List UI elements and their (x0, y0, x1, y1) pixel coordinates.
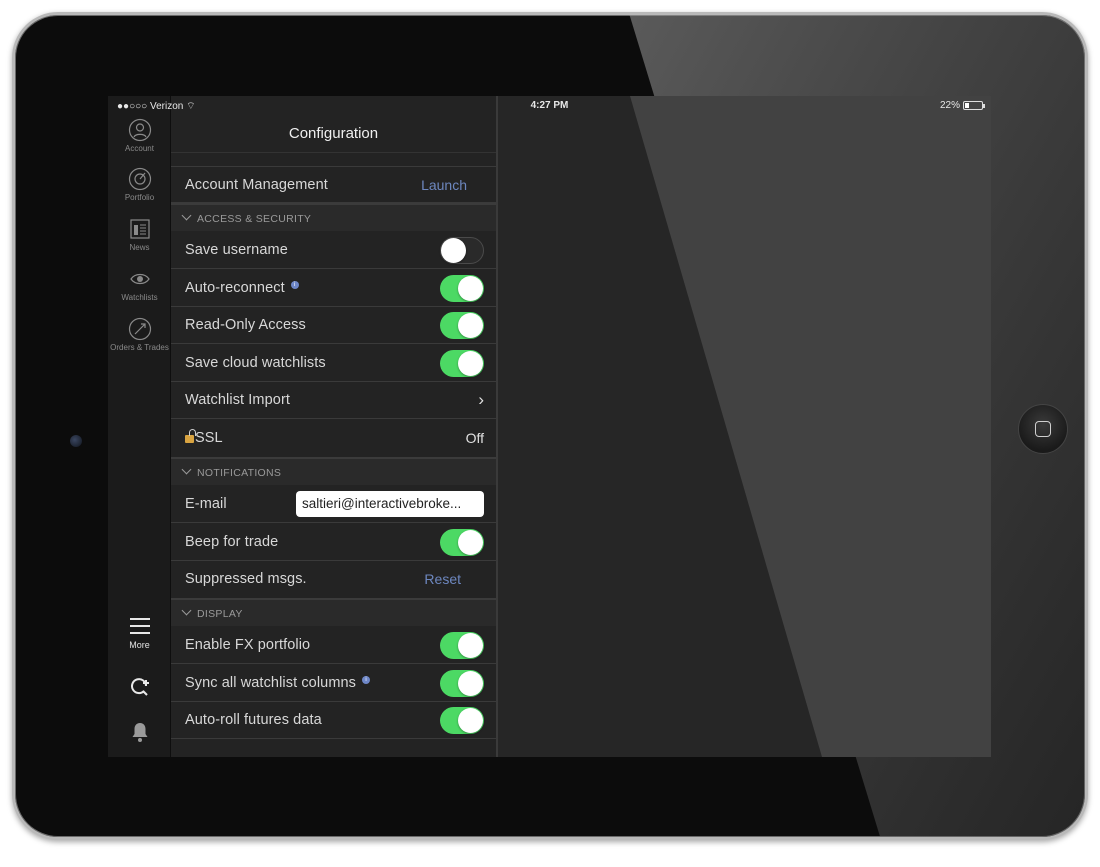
sidebar-item-portfolio[interactable]: Portfolio (108, 167, 171, 202)
chevron-right-icon: › (478, 390, 484, 409)
more-label: More (129, 640, 150, 650)
ssl-row[interactable]: SSL Off (171, 420, 496, 457)
chevron-down-icon (181, 605, 192, 616)
row-label: Account Management (185, 177, 328, 193)
sidebar-item-account[interactable]: Account (108, 118, 171, 153)
screen: ●●○○○ Verizon ⌔ 4:27 PM 22% Account Port… (108, 96, 991, 757)
row-label: Watchlist Import (185, 392, 290, 408)
auto-reconnect-row: Auto-reconnect i (171, 270, 496, 307)
sidebar-item-orders-trades[interactable]: Orders & Trades (108, 317, 171, 352)
unlocked-padlock-icon (185, 429, 196, 443)
quote-search-icon (130, 678, 149, 696)
launch-link[interactable]: Launch (421, 177, 467, 193)
battery-percent: 22% (939, 100, 960, 111)
row-label: Sync all watchlist columns i (185, 675, 371, 691)
sidebar-more-button[interactable]: More (108, 614, 171, 650)
battery-indicator: 22% (939, 100, 985, 111)
front-camera (70, 435, 82, 447)
row-label: Suppressed msgs. (185, 571, 307, 587)
chevron-down-icon (181, 210, 192, 221)
save-cloud-watchlists-row: Save cloud watchlists (171, 345, 496, 382)
beep-for-trade-toggle[interactable] (440, 529, 484, 556)
news-icon (129, 219, 150, 239)
sidebar-item-watchlists[interactable]: Watchlists (108, 267, 171, 302)
sync-watchlist-columns-toggle[interactable] (440, 670, 484, 697)
sync-watchlist-columns-row: Sync all watchlist columns i (171, 665, 496, 702)
row-label: SSL (185, 429, 223, 446)
section-label: NOTIFICATIONS (197, 467, 282, 479)
save-username-row: Save username (171, 232, 496, 269)
portfolio-icon (128, 167, 151, 191)
row-label: Beep for trade (185, 534, 279, 550)
configuration-panel: Configuration Account Management Launch … (171, 96, 498, 757)
sidebar-item-label: Portfolio (124, 193, 155, 202)
enable-fx-portfolio-toggle[interactable] (440, 632, 484, 659)
auto-roll-futures-row: Auto-roll futures data (171, 702, 496, 739)
enable-fx-portfolio-row: Enable FX portfolio (171, 627, 496, 664)
section-header-display[interactable]: DISPLAY (171, 598, 496, 626)
quote-search-button[interactable] (108, 676, 171, 700)
row-label: Save username (185, 242, 288, 258)
section-label: ACCESS & SECURITY (197, 213, 312, 225)
sidebar-item-label: Watchlists (121, 293, 158, 302)
suppressed-msgs-row: Suppressed msgs. Reset (171, 561, 496, 598)
notifications-button[interactable] (108, 720, 171, 744)
sidebar-item-label: News (129, 243, 150, 252)
bell-icon (132, 723, 147, 742)
email-field[interactable]: saltieri@interactivebroke... (296, 491, 484, 517)
row-label: Auto-reconnect i (185, 280, 299, 296)
chevron-down-icon (181, 464, 192, 475)
account-management-row[interactable]: Account Management Launch (171, 166, 496, 203)
section-label: DISPLAY (197, 608, 243, 620)
sidebar-item-label: Account (125, 144, 154, 153)
save-cloud-watchlists-toggle[interactable] (440, 350, 484, 377)
row-label: Auto-roll futures data (185, 712, 322, 728)
watchlists-icon (129, 273, 150, 285)
section-header-notifications[interactable]: NOTIFICATIONS (171, 457, 496, 485)
reset-link[interactable]: Reset (424, 571, 461, 587)
save-username-toggle[interactable] (440, 237, 484, 264)
auto-reconnect-toggle[interactable] (440, 275, 484, 302)
auto-roll-futures-toggle[interactable] (440, 707, 484, 734)
orders-trades-icon (128, 317, 151, 341)
sidebar-item-news[interactable]: News (108, 217, 171, 252)
row-label: Save cloud watchlists (185, 355, 326, 371)
beep-for-trade-row: Beep for trade (171, 524, 496, 561)
status-time: 4:27 PM (530, 100, 569, 111)
row-label: Enable FX portfolio (185, 637, 311, 653)
read-only-access-toggle[interactable] (440, 312, 484, 339)
info-icon[interactable]: i (362, 676, 371, 684)
email-row: E-mail saltieri@interactivebroke... (171, 486, 496, 523)
section-header-access-security[interactable]: ACCESS & SECURITY (171, 203, 496, 231)
info-icon[interactable]: i (290, 281, 299, 289)
battery-icon (963, 101, 985, 110)
hamburger-menu-icon (129, 618, 150, 634)
status-bar: ●●○○○ Verizon ⌔ 4:27 PM 22% (108, 96, 991, 116)
ssl-value: Off (465, 430, 484, 446)
row-label: Read-Only Access (185, 317, 306, 333)
sidebar-item-label: Orders & Trades (110, 343, 169, 352)
home-button[interactable] (1018, 404, 1068, 454)
read-only-access-row: Read-Only Access (171, 307, 496, 344)
row-label: E-mail (185, 496, 227, 512)
watchlist-import-row[interactable]: Watchlist Import › (171, 382, 496, 419)
nav-sidebar: Account Portfolio News Watchlists Orders… (108, 96, 171, 757)
account-icon (128, 118, 151, 142)
